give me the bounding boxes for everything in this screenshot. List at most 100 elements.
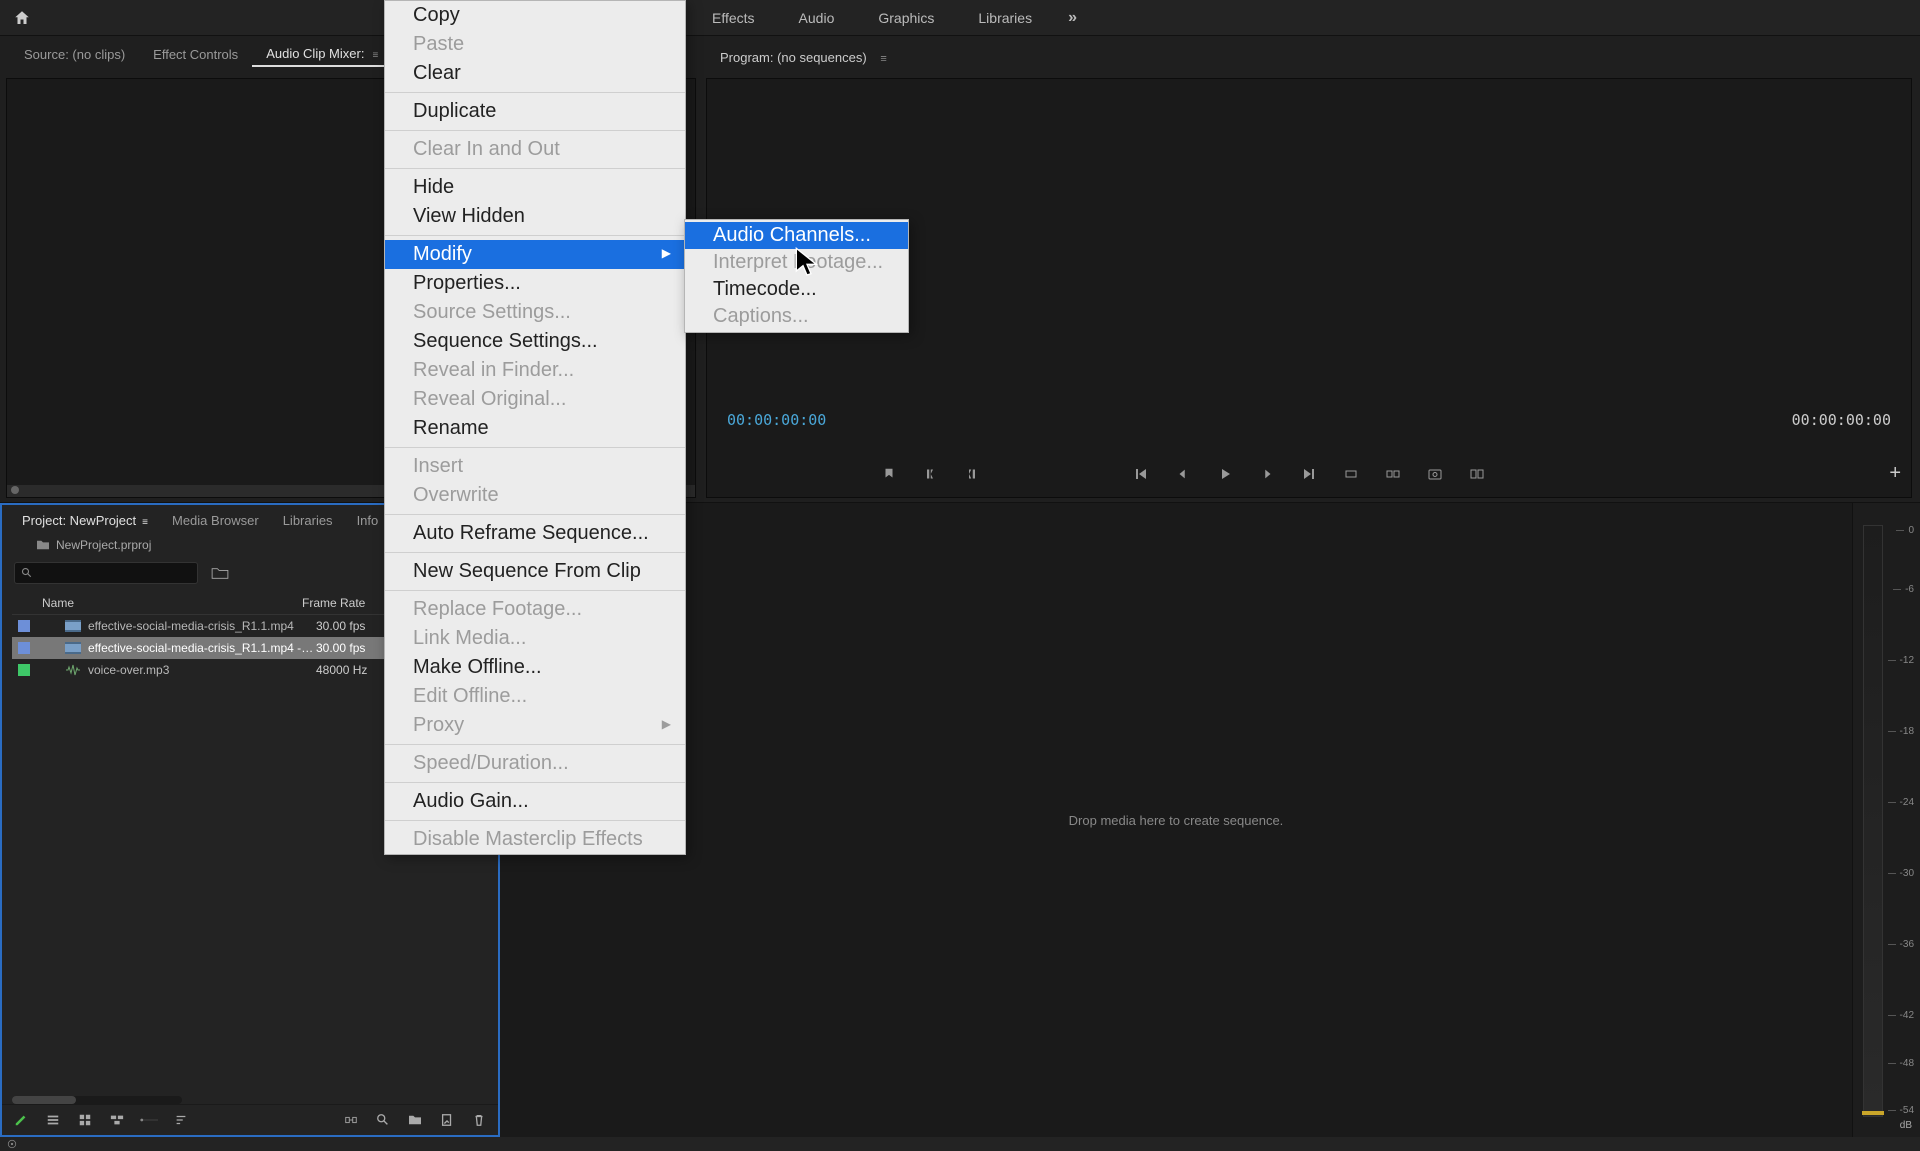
new-item-button[interactable]	[438, 1111, 456, 1129]
menu-item-sequence-settings[interactable]: Sequence Settings...	[385, 327, 685, 356]
add-marker-button[interactable]	[882, 467, 898, 483]
label-swatch[interactable]	[18, 664, 30, 676]
go-to-in-button[interactable]	[1132, 465, 1150, 483]
menu-item-copy[interactable]: Copy	[385, 1, 685, 30]
submenu-item-timecode[interactable]: Timecode...	[685, 276, 908, 303]
new-bin-from-search-button[interactable]	[208, 562, 232, 584]
program-timecode-current[interactable]: 00:00:00:00	[727, 411, 826, 429]
source-scrub-knob[interactable]	[11, 486, 19, 494]
menu-item-view-hidden[interactable]: View Hidden	[385, 202, 685, 231]
menu-item-clear[interactable]: Clear	[385, 59, 685, 88]
project-file-name: NewProject.prproj	[56, 538, 151, 552]
extract-button[interactable]	[1384, 465, 1402, 483]
clip-context-menu: CopyPasteClear Duplicate Clear In and Out H…	[384, 0, 686, 855]
menu-separator	[385, 782, 685, 783]
menu-item-make-offline[interactable]: Make Offline...	[385, 653, 685, 682]
meter-unit-label: dB	[1900, 1120, 1912, 1131]
menu-item-reveal-original: Reveal Original...	[385, 385, 685, 414]
panel-tab-source[interactable]: Source: (no clips)	[10, 43, 139, 66]
menu-item-auto-reframe-sequence[interactable]: Auto Reframe Sequence...	[385, 519, 685, 548]
menu-item-rename[interactable]: Rename	[385, 414, 685, 443]
list-view-button[interactable]	[44, 1111, 62, 1129]
menu-item-insert: Insert	[385, 452, 685, 481]
column-header-frame-rate[interactable]: Frame Rate	[302, 596, 382, 610]
writable-indicator-icon[interactable]	[12, 1111, 30, 1129]
workspace-tab-libraries[interactable]: Libraries	[956, 0, 1054, 36]
column-header-name[interactable]: Name	[12, 596, 302, 610]
automate-to-sequence-button[interactable]	[342, 1111, 360, 1129]
menu-item-proxy: Proxy	[385, 711, 685, 740]
menu-item-overwrite: Overwrite	[385, 481, 685, 510]
new-bin-button[interactable]	[406, 1111, 424, 1129]
program-panel-tab[interactable]: Program: (no sequences) ≡	[720, 50, 887, 65]
project-tab-libraries[interactable]: Libraries	[271, 509, 345, 532]
panel-menu-icon[interactable]: ≡	[880, 53, 886, 65]
menu-separator	[385, 447, 685, 448]
movie-clip-icon	[64, 619, 82, 633]
menu-item-speed-duration: Speed/Duration...	[385, 749, 685, 778]
timeline-panel[interactable]: Drop media here to create sequence.	[500, 503, 1852, 1137]
mark-in-button[interactable]	[924, 467, 940, 483]
label-swatch[interactable]	[18, 642, 30, 654]
lift-button[interactable]	[1342, 465, 1360, 483]
menu-item-clear-in-and-out: Clear In and Out	[385, 135, 685, 164]
menu-item-edit-offline: Edit Offline...	[385, 682, 685, 711]
clear-button[interactable]	[470, 1111, 488, 1129]
workspace-tab-effects[interactable]: Effects	[690, 0, 777, 36]
panel-menu-icon[interactable]: ≡	[372, 50, 378, 61]
play-button[interactable]	[1216, 465, 1234, 483]
workspace-tab-graphics[interactable]: Graphics	[856, 0, 956, 36]
status-icon[interactable]	[6, 1138, 18, 1150]
panel-tab-audio-clip-mixer[interactable]: Audio Clip Mixer: ≡	[252, 42, 392, 67]
audio-clip-icon	[64, 663, 82, 677]
panel-menu-icon[interactable]: ≡	[142, 517, 148, 528]
menu-item-new-sequence-from-clip[interactable]: New Sequence From Clip	[385, 557, 685, 586]
panel-tab-label: Audio Clip Mixer:	[266, 46, 364, 61]
menu-separator	[385, 590, 685, 591]
scrollbar-thumb[interactable]	[12, 1096, 76, 1104]
meter-tick-label: -24	[1900, 797, 1914, 808]
meter-tick-label: -42	[1900, 1010, 1914, 1021]
go-to-out-button[interactable]	[1300, 465, 1318, 483]
find-button[interactable]	[374, 1111, 392, 1129]
search-icon	[21, 567, 33, 579]
menu-separator	[385, 744, 685, 745]
mark-out-button[interactable]	[966, 467, 982, 483]
movie-clip-icon	[64, 641, 82, 655]
submenu-item-audio-channels[interactable]: Audio Channels...	[685, 222, 908, 249]
icon-view-button[interactable]	[76, 1111, 94, 1129]
project-horizontal-scrollbar[interactable]	[12, 1096, 182, 1104]
panel-tab-effect-controls[interactable]: Effect Controls	[139, 43, 252, 66]
project-tab-media-browser[interactable]: Media Browser	[160, 509, 271, 532]
meter-scale: 0 -6 -12 -18 -24 -30 -36 -42 -48 -54	[1864, 525, 1914, 1117]
step-back-button[interactable]	[1174, 465, 1192, 483]
zoom-slider[interactable]	[140, 1111, 158, 1129]
menu-item-properties[interactable]: Properties...	[385, 269, 685, 298]
button-editor-button[interactable]: +	[1889, 462, 1901, 485]
project-search-input[interactable]	[14, 562, 198, 584]
menu-item-modify[interactable]: Modify	[385, 240, 685, 269]
meter-tick-label: -12	[1900, 655, 1914, 666]
menu-item-hide[interactable]: Hide	[385, 173, 685, 202]
menu-item-audio-gain[interactable]: Audio Gain...	[385, 787, 685, 816]
label-swatch[interactable]	[18, 620, 30, 632]
home-button[interactable]	[8, 4, 36, 32]
step-forward-button[interactable]	[1258, 465, 1276, 483]
home-icon	[13, 9, 31, 27]
menu-item-disable-masterclip-effects: Disable Masterclip Effects	[385, 825, 685, 854]
menu-item-duplicate[interactable]: Duplicate	[385, 97, 685, 126]
status-bar	[0, 1137, 1920, 1151]
export-frame-button[interactable]	[1426, 465, 1444, 483]
comparison-view-button[interactable]	[1468, 465, 1486, 483]
workspace-overflow-button[interactable]: »	[1054, 9, 1091, 27]
workspace-tab-audio[interactable]: Audio	[777, 0, 857, 36]
menu-item-paste: Paste	[385, 30, 685, 59]
freeform-view-button[interactable]	[108, 1111, 126, 1129]
menu-item-replace-footage: Replace Footage...	[385, 595, 685, 624]
sort-button[interactable]	[172, 1111, 190, 1129]
menu-item-reveal-in-finder: Reveal in Finder...	[385, 356, 685, 385]
project-tab-project[interactable]: Project: NewProject≡	[10, 509, 160, 532]
menu-separator	[385, 820, 685, 821]
menu-separator	[385, 235, 685, 236]
meter-tick-label: -54	[1900, 1105, 1914, 1116]
